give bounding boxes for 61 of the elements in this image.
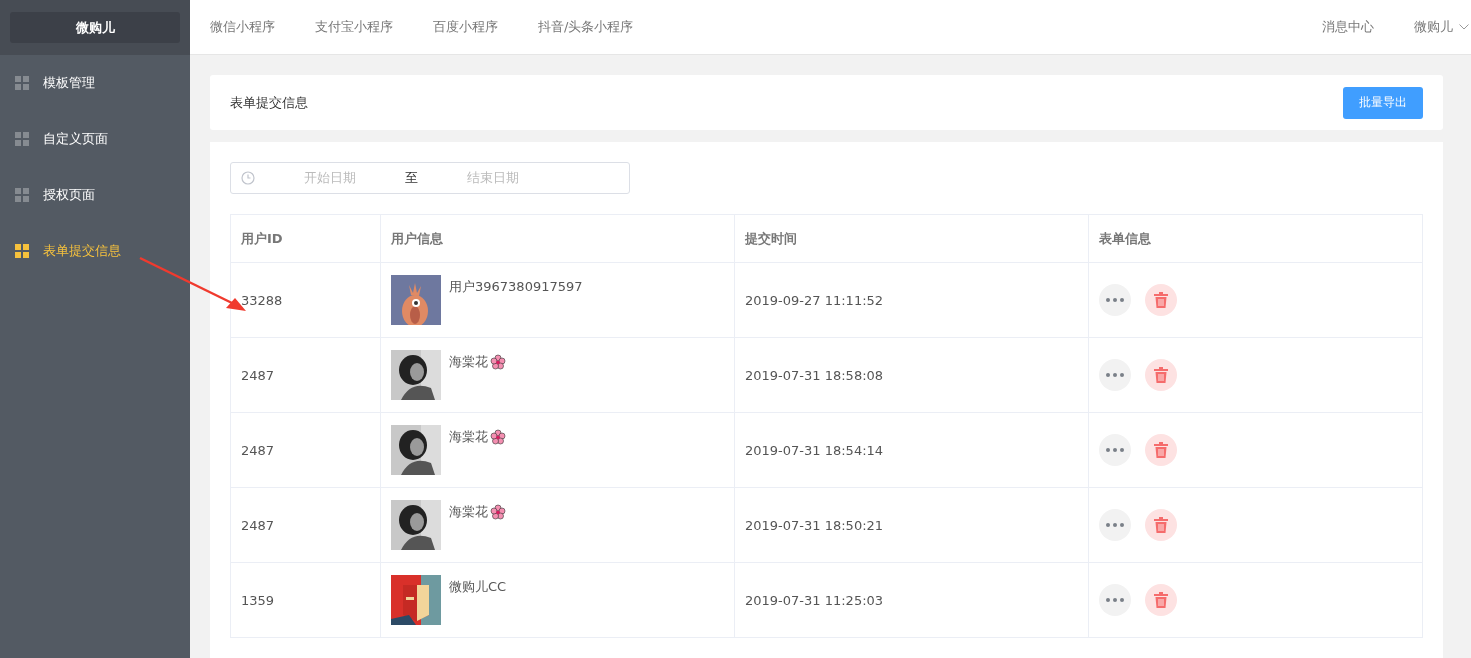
grid-icon <box>15 244 29 258</box>
delete-button[interactable] <box>1145 584 1177 616</box>
trash-icon <box>1154 367 1168 383</box>
page-title: 表单提交信息 <box>230 93 309 112</box>
grid-icon <box>15 188 29 202</box>
delete-button[interactable] <box>1145 284 1177 316</box>
more-icon <box>1106 448 1124 452</box>
delete-button[interactable] <box>1145 509 1177 541</box>
table-cell: 1359 <box>230 562 381 638</box>
table-cell: 2019-07-31 18:58:08 <box>734 337 1089 413</box>
sidebar-item[interactable]: 授权页面 <box>0 167 190 223</box>
nav-tab[interactable]: 百度小程序 <box>433 18 498 36</box>
table-cell: 2487 <box>230 412 381 488</box>
clock-icon <box>241 171 255 185</box>
table-cell: 2019-07-31 18:50:21 <box>734 487 1089 563</box>
range-separator: 至 <box>405 169 418 187</box>
column-header: 用户信息 <box>380 214 735 263</box>
date-range-field[interactable]: 开始日期 至 结束日期 <box>230 162 630 194</box>
more-icon <box>1106 523 1124 527</box>
column-header: 表单信息 <box>1088 214 1423 263</box>
table-cell: 2019-07-31 18:54:14 <box>734 412 1089 488</box>
grid-icon <box>15 132 29 146</box>
column-header: 提交时间 <box>734 214 1089 263</box>
more-button[interactable] <box>1099 584 1131 616</box>
sidebar-item[interactable]: 表单提交信息 <box>0 223 190 279</box>
more-icon <box>1106 598 1124 602</box>
table-cell: 2487 <box>230 337 381 413</box>
table-cell: 2019-07-31 11:25:03 <box>734 562 1089 638</box>
user-name: 微购儿CC <box>449 578 507 596</box>
end-date-placeholder: 结束日期 <box>466 169 520 187</box>
trash-icon <box>1154 292 1168 308</box>
export-button[interactable]: 批量导出 <box>1343 86 1423 119</box>
user-name: 海棠花 <box>449 503 488 521</box>
trash-icon <box>1154 517 1168 533</box>
user-menu[interactable]: 微购儿 <box>1414 18 1453 36</box>
user-name: 用户3967380917597 <box>449 278 583 296</box>
more-button[interactable] <box>1099 359 1131 391</box>
table-cell: 2487 <box>230 487 381 563</box>
grid-icon <box>15 76 29 90</box>
nav-tab[interactable]: 抖音/头条小程序 <box>538 18 634 36</box>
nav-tab[interactable]: 微信小程序 <box>210 18 275 36</box>
logo[interactable]: 微购儿 <box>10 12 180 43</box>
sidebar-item[interactable]: 模板管理 <box>0 55 190 111</box>
message-center-link[interactable]: 消息中心 <box>1322 18 1374 36</box>
more-icon <box>1106 373 1124 377</box>
caret-icon[interactable] <box>1459 24 1469 30</box>
more-button[interactable] <box>1099 509 1131 541</box>
more-icon <box>1106 298 1124 302</box>
user-name: 海棠花 <box>449 353 488 371</box>
column-header: 用户ID <box>230 214 381 263</box>
more-button[interactable] <box>1099 284 1131 316</box>
table-cell: 2019-09-27 11:11:52 <box>734 262 1089 338</box>
sidebar-item[interactable]: 自定义页面 <box>0 111 190 167</box>
trash-icon <box>1154 442 1168 458</box>
nav-tab[interactable]: 支付宝小程序 <box>315 18 393 36</box>
start-date-placeholder: 开始日期 <box>303 169 357 187</box>
delete-button[interactable] <box>1145 359 1177 391</box>
more-button[interactable] <box>1099 434 1131 466</box>
trash-icon <box>1154 592 1168 608</box>
delete-button[interactable] <box>1145 434 1177 466</box>
user-name: 海棠花 <box>449 428 488 446</box>
